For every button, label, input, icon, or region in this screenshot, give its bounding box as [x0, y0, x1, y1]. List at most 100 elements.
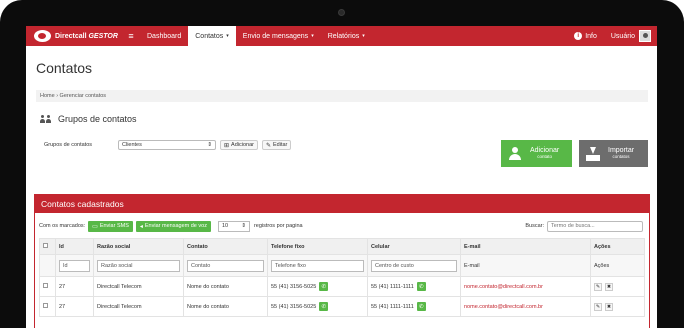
search-label: Buscar: [525, 223, 544, 229]
nav-dashboard[interactable]: Dashboard [140, 26, 188, 46]
cell-contato: Nome do contato [183, 296, 268, 317]
cell-razao: Directcall Telecom [93, 296, 184, 317]
col-telefone[interactable]: Telefone fixo [267, 238, 368, 255]
delete-icon[interactable]: ✖ [605, 302, 613, 311]
cell-id: 27 [55, 296, 94, 317]
filter-cell [183, 254, 268, 277]
groups-row: Grupos de contatos Clientes ⇕ ⊞ Adicionar… [44, 140, 292, 150]
info-icon: i [574, 32, 583, 40]
breadcrumb[interactable]: Home › Gerenciar contatos [36, 90, 648, 102]
edit-icon[interactable]: ✎ [594, 282, 602, 291]
cell-celular: 55 (41) 1111-1111 ✆ [367, 296, 461, 317]
search-area: Buscar: [525, 220, 643, 232]
row-checkbox[interactable] [43, 283, 48, 288]
avatar[interactable] [639, 30, 651, 42]
contacts-panel: Contatos cadastrados Com os marcados: ▭ E… [34, 194, 650, 328]
filter-celular-input[interactable] [371, 259, 457, 272]
col-acoes: Ações [590, 238, 645, 255]
table-header-row: Id Razão social Contato Telefone fixo Ce… [39, 238, 645, 255]
send-voice-button[interactable]: ◂ Enviar mensagem de voz [135, 220, 211, 232]
nav-relatorios[interactable]: Relatórios ▾ [321, 26, 372, 46]
marked-label: Com os marcados: [39, 223, 86, 229]
cell-email[interactable]: nome.contato@directcall.com.br [460, 296, 591, 317]
contacts-table: Id Razão social Contato Telefone fixo Ce… [39, 238, 645, 317]
cell-telefone: 55 (41) 3156-5025 ✆ [267, 296, 368, 317]
filter-telefone-input[interactable] [271, 259, 364, 272]
row-checkbox-cell [39, 296, 56, 317]
user-icon [508, 146, 522, 161]
device-frame: Directcall GESTOR ≡ Dashboard Contatos ▾ … [0, 0, 684, 328]
cell-telefone: 55 (41) 3156-5025 ✆ [267, 276, 368, 297]
page-title: Contatos [36, 60, 93, 76]
row-checkbox[interactable] [43, 303, 48, 308]
select-arrows-icon: ⇕ [207, 142, 212, 148]
phone-icon[interactable]: ✆ [319, 282, 329, 291]
brand-name: Directcall GESTOR [55, 32, 118, 40]
col-id[interactable]: Id [55, 238, 94, 255]
groups-heading: Grupos de contatos [40, 114, 137, 124]
per-page-label: registros por pagina [253, 223, 303, 229]
cell-celular: 55 (41) 1111-1111 ✆ [367, 276, 461, 297]
brand-logo[interactable]: Directcall GESTOR [26, 26, 126, 46]
groups-select[interactable]: Clientes ⇕ [118, 140, 216, 150]
filter-id-input[interactable] [59, 259, 90, 272]
chevron-down-icon: ▾ [226, 33, 229, 39]
cell-id: 27 [55, 276, 94, 297]
table-row[interactable]: 27 Directcall Telecom Nome do contato 55… [39, 296, 645, 317]
megaphone-icon: ◂ [139, 223, 143, 230]
cell-email[interactable]: nome.contato@directcall.com.br [460, 276, 591, 297]
filter-contato-input[interactable] [187, 259, 264, 272]
filter-cell [55, 254, 94, 277]
nav-envio-mensagens[interactable]: Envio de mensagens ▾ [236, 26, 321, 46]
groups-label: Grupos de contatos [44, 142, 93, 148]
user-menu[interactable]: Usuário [604, 26, 635, 46]
chevron-down-icon: ▾ [362, 33, 365, 39]
edit-icon[interactable]: ✎ [594, 302, 602, 311]
phone-icon[interactable]: ✆ [416, 302, 426, 311]
add-contact-button[interactable]: Adicionar contato [501, 140, 572, 167]
info-link[interactable]: i Info [567, 26, 604, 46]
col-celular[interactable]: Celular [367, 238, 461, 255]
row-checkbox-cell [39, 276, 56, 297]
table-row[interactable]: 27 Directcall Telecom Nome do contato 55… [39, 276, 645, 297]
send-sms-button[interactable]: ▭ Enviar SMS [88, 220, 133, 232]
nav-right: i Info Usuário [567, 26, 657, 46]
cell-acoes: ✎ ✖ [590, 276, 645, 297]
filter-razao-input[interactable] [97, 259, 180, 272]
add-group-button[interactable]: ⊞ Adicionar [220, 140, 258, 150]
filter-cell [267, 254, 368, 277]
edit-group-button[interactable]: ✎ Editar [261, 140, 292, 150]
search-input[interactable] [547, 220, 643, 232]
filter-cell [367, 254, 461, 277]
per-page-select[interactable]: 10 ⇕ [217, 220, 250, 232]
message-icon: ▭ [92, 223, 98, 230]
filter-email-label: E-mail [460, 254, 591, 277]
menu-toggle-icon[interactable]: ≡ [126, 26, 136, 46]
top-navbar: Directcall GESTOR ≡ Dashboard Contatos ▾ … [26, 26, 657, 46]
contacts-panel-title: Contatos cadastrados [35, 195, 649, 213]
import-contacts-button[interactable]: Importar contatos [579, 140, 648, 167]
app-screen: Directcall GESTOR ≡ Dashboard Contatos ▾ … [26, 26, 657, 328]
phone-icon[interactable]: ✆ [319, 302, 329, 311]
select-all-checkbox[interactable] [43, 243, 48, 248]
download-icon [586, 146, 600, 161]
delete-icon[interactable]: ✖ [605, 282, 613, 291]
plus-icon: ⊞ [224, 142, 230, 149]
col-email[interactable]: E-mail [460, 238, 591, 255]
select-all-cell [39, 238, 56, 255]
filter-blank [39, 254, 56, 277]
camera-dot [338, 9, 345, 16]
logo-mark-icon [34, 30, 51, 42]
phone-icon[interactable]: ✆ [416, 282, 426, 291]
cell-razao: Directcall Telecom [93, 276, 184, 297]
filter-acoes-label: Ações [590, 254, 645, 277]
col-razao[interactable]: Razão social [93, 238, 184, 255]
col-contato[interactable]: Contato [183, 238, 268, 255]
pencil-icon: ✎ [265, 142, 271, 149]
table-filter-row: E-mail Ações [39, 254, 645, 277]
users-icon [40, 115, 52, 123]
filter-cell [93, 254, 184, 277]
cell-acoes: ✎ ✖ [590, 296, 645, 317]
nav-contatos[interactable]: Contatos ▾ [188, 26, 236, 46]
cell-contato: Nome do contato [183, 276, 268, 297]
